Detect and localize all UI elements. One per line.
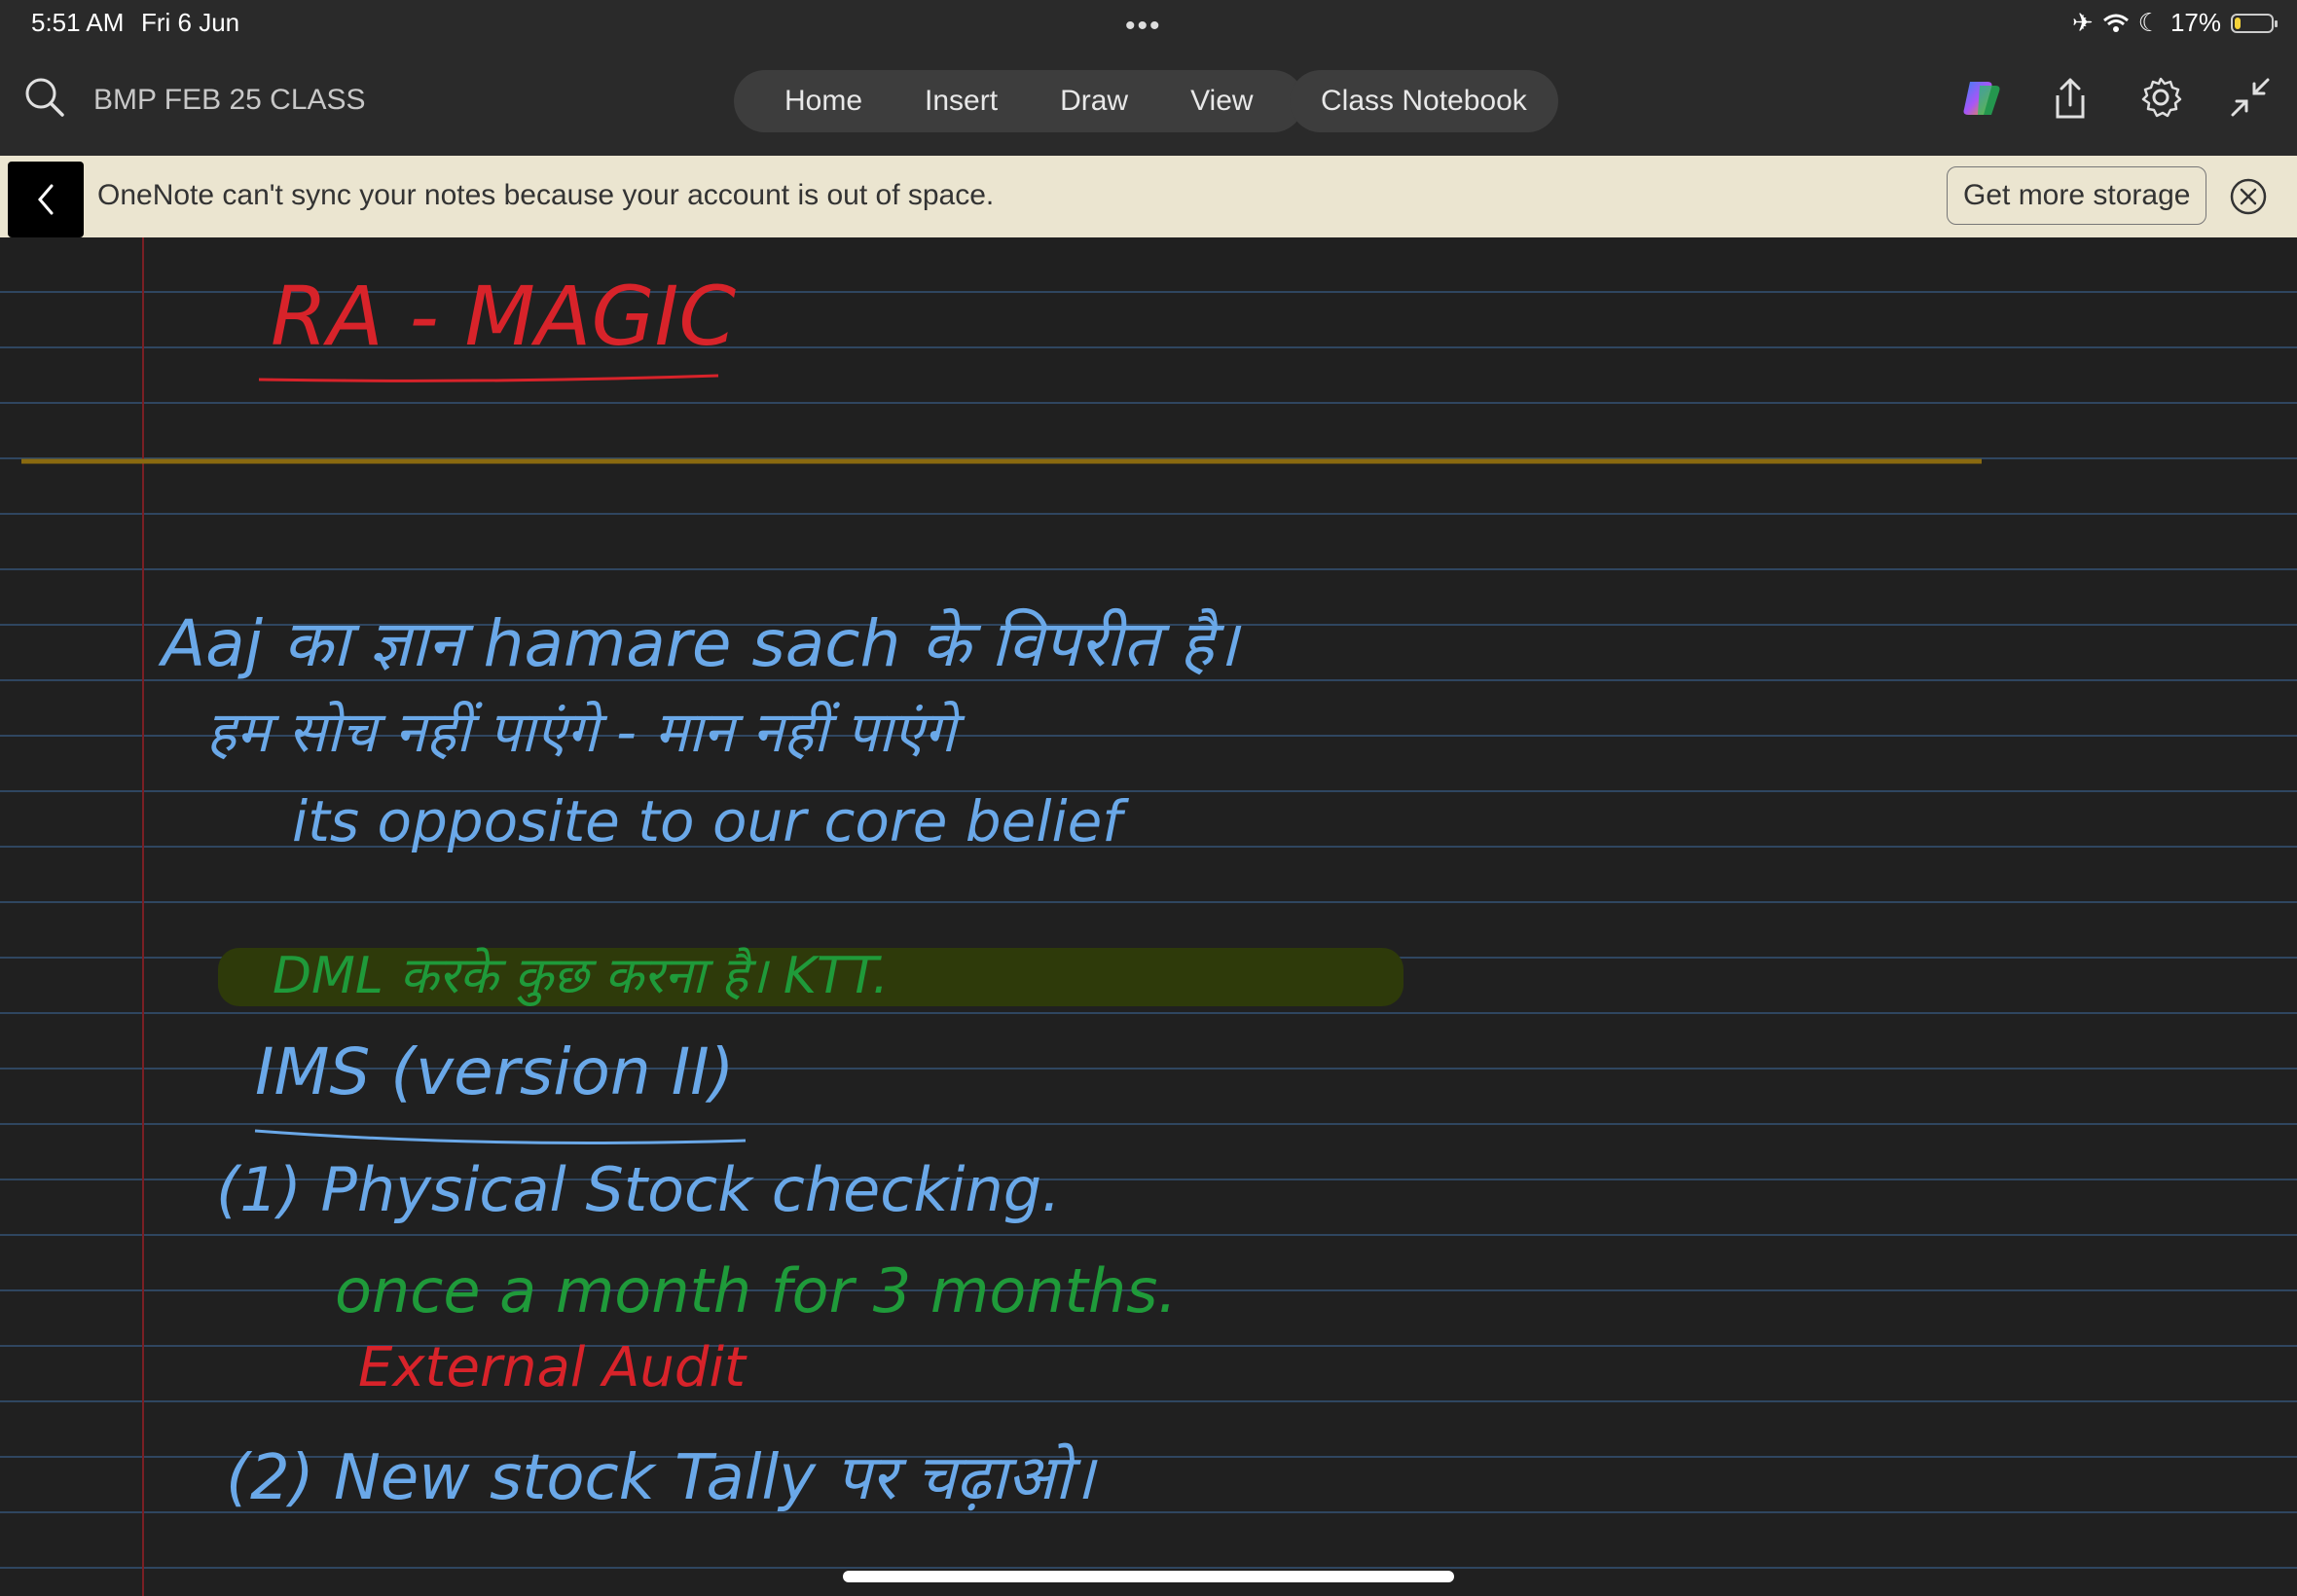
ink-layer: RA - MAGIC Aaj का ज्ञान hamare sach के व…: [21, 269, 1982, 1514]
toolbar: BMP FEB 25 CLASS Home Insert Draw View C…: [0, 49, 2297, 156]
multitasking-dots-icon[interactable]: •••: [1125, 10, 1162, 43]
note-line-6: (1) Physical Stock checking.: [216, 1154, 1061, 1225]
note-line-3: its opposite to our core belief: [292, 788, 1129, 854]
note-line-8: External Audit: [358, 1336, 747, 1399]
collapse-icon[interactable]: [2229, 76, 2272, 119]
battery-percent: 17%: [2169, 8, 2221, 37]
wifi-icon: [2102, 14, 2129, 32]
note-line-7: once a month for 3 months.: [335, 1255, 1177, 1326]
search-icon[interactable]: [23, 76, 66, 119]
class-notebook-button[interactable]: Class Notebook: [1290, 70, 1558, 132]
note-line-9: (2) New stock Tally पर चढ़ाओ।: [226, 1442, 1098, 1514]
settings-icon[interactable]: [2139, 76, 2182, 119]
note-line-5: IMS (version II): [255, 1034, 734, 1109]
tab-home[interactable]: Home: [753, 85, 893, 118]
ribbon-tabs: Home Insert Draw View: [734, 70, 1304, 132]
status-date: Fri 6 Jun: [141, 8, 240, 37]
sync-warning-message: OneNote can't sync your notes because yo…: [97, 179, 995, 211]
battery-icon: [2231, 13, 2278, 33]
ims-underline: [254, 1129, 747, 1144]
tab-insert[interactable]: Insert: [893, 85, 1029, 118]
chevron-left-icon: [38, 184, 54, 215]
tab-view[interactable]: View: [1159, 85, 1284, 118]
status-indicators: ✈ ☾ 17%: [2071, 8, 2278, 38]
status-bar: 5:51 AM Fri 6 Jun ••• ✈ ☾ 17%: [0, 0, 2297, 49]
moon-icon: ☾: [2137, 8, 2161, 37]
status-time: 5:51 AM: [31, 8, 125, 37]
note-canvas[interactable]: RA - MAGIC Aaj का ज्ञान hamare sach के व…: [0, 237, 2297, 1596]
home-indicator[interactable]: [843, 1571, 1454, 1582]
note-heading: RA - MAGIC: [271, 269, 736, 364]
close-icon[interactable]: [2229, 177, 2268, 216]
note-line-4: DML करके कुछ करना है। KTT.: [273, 947, 889, 1006]
notebook-title[interactable]: BMP FEB 25 CLASS: [93, 84, 366, 117]
tab-draw[interactable]: Draw: [1029, 85, 1159, 118]
back-button[interactable]: [8, 162, 84, 237]
note-line-1: Aaj का ज्ञान hamare sach के विपरीत है।: [158, 606, 1242, 681]
sync-warning-banner: OneNote can't sync your notes because yo…: [0, 156, 2297, 237]
copilot-icon[interactable]: [1958, 76, 2003, 121]
heading-underline: [258, 374, 719, 382]
airplane-icon: ✈: [2071, 8, 2094, 37]
get-more-storage-button[interactable]: Get more storage: [1947, 166, 2207, 225]
note-line-2: हम सोच नहीं पाएंगे - मान नहीं पाएंगे: [206, 699, 966, 765]
share-icon[interactable]: [2050, 76, 2091, 121]
